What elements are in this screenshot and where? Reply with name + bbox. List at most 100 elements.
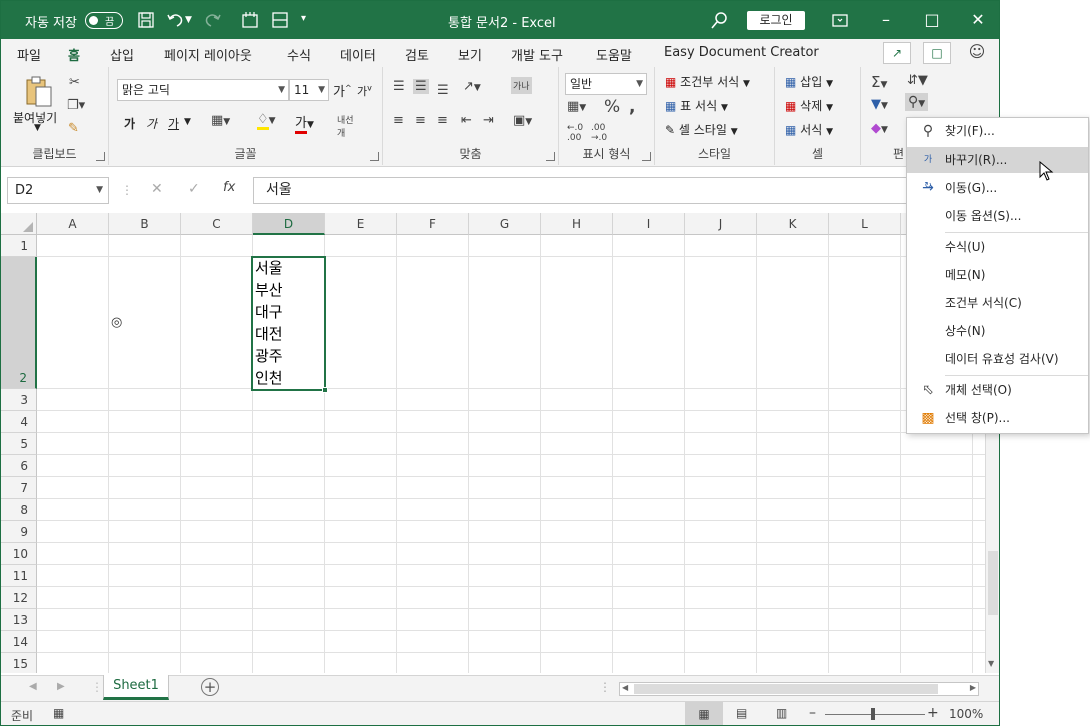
worksheet-grid[interactable]: A B C D E F G H I J K L 1 2 3 4 5 6 7 8 … [1,211,985,673]
phonetic-guide-icon[interactable]: 내선 개 [337,113,354,139]
paste-dropdown-icon[interactable]: ▼ [34,123,41,133]
sheet-split-icon[interactable]: ⋮ [599,680,611,694]
row-header-2[interactable]: 2 [1,257,37,389]
select-all-corner[interactable] [1,213,37,235]
font-color-icon[interactable]: 가▼ [295,112,314,134]
shrink-font-button[interactable]: 가v [357,83,372,99]
column-header-k[interactable]: K [757,213,829,235]
number-launcher[interactable] [642,152,651,161]
maximize-button[interactable]: □ [909,1,955,39]
row-header-14[interactable]: 14 [1,631,37,653]
tab-file[interactable]: 파일 [17,45,41,64]
menu-item-data-validation[interactable]: 데이터 유효성 검사(V) [907,346,1088,372]
align-center-icon[interactable]: ≡ [415,113,426,128]
save-icon[interactable] [135,9,157,31]
scroll-left-icon[interactable]: ◀ [622,683,628,692]
share-icon[interactable]: ↗ [883,42,911,64]
zoom-out-button[interactable]: – [809,705,816,721]
increase-decimal-icon[interactable]: ←.0.00 [567,123,583,143]
tab-easy-document-creator[interactable]: Easy Document Creator [664,45,819,60]
row-header-8[interactable]: 8 [1,499,37,521]
horizontal-scrollbar[interactable]: ◀ ▶ [619,682,979,696]
row-header-7[interactable]: 7 [1,477,37,499]
tab-help[interactable]: 도움말 [596,45,632,64]
decrease-decimal-icon[interactable]: .00 →.0 [591,123,607,143]
add-sheet-icon[interactable]: + [201,678,219,696]
sort-filter-icon[interactable]: ⇵▼ [907,73,928,88]
ribbon-display-icon[interactable] [829,9,851,31]
undo-icon[interactable] [164,9,186,31]
cancel-icon[interactable]: ✕ [151,181,163,197]
column-header-b[interactable]: B [109,213,181,235]
italic-button[interactable]: 가 [146,115,157,132]
row-header-1[interactable]: 1 [1,235,37,257]
horizontal-scroll-thumb[interactable] [634,684,938,694]
login-button[interactable]: 로그인 [747,11,805,30]
align-right-icon[interactable]: ≡ [437,113,448,128]
menu-item-formulas[interactable]: 수식(U) [907,234,1088,260]
cut-icon[interactable]: ✂ [69,75,80,90]
insert-cells-button[interactable]: ▦ 삽입 ▼ [785,73,833,90]
format-as-table-button[interactable]: ▦ 표 서식 ▼ [665,97,728,114]
conditional-formatting-button[interactable]: ▦ 조건부 서식 ▼ [665,73,750,90]
align-left-icon[interactable]: ≡ [393,113,404,128]
menu-item-goto[interactable]: → 이동(G)... [907,175,1088,201]
percent-icon[interactable]: % [604,97,620,117]
bold-button[interactable]: 가 [124,115,135,132]
close-button[interactable]: ✕ [955,1,999,39]
form-icon[interactable] [269,9,291,31]
zoom-slider-thumb[interactable] [871,708,875,720]
wrap-text-icon[interactable]: 가나 [511,77,532,94]
comma-icon[interactable]: , [629,97,635,117]
font-name-dropdown[interactable]: 맑은 고딕 ▼ [117,79,289,101]
alignment-launcher[interactable] [546,152,555,161]
minimize-button[interactable]: – [863,1,909,39]
page-layout-view-icon[interactable]: ▤ [736,706,747,720]
enter-icon[interactable]: ✓ [188,181,200,197]
menu-item-conditional-formatting[interactable]: 조건부 서식(C) [907,290,1088,316]
row-header-11[interactable]: 11 [1,565,37,587]
tab-insert[interactable]: 삽입 [110,45,134,64]
column-header-f[interactable]: F [397,213,469,235]
tab-view[interactable]: 보기 [458,45,482,64]
row-header-12[interactable]: 12 [1,587,37,609]
new-file-icon[interactable] [239,9,261,31]
formula-input[interactable]: 서울 [253,177,993,204]
scroll-right-icon[interactable]: ▶ [970,683,976,692]
menu-item-selection-pane[interactable]: ▩ 선택 창(P)... [907,405,1088,431]
comment-icon[interactable]: □ [923,42,951,64]
clear-icon[interactable]: ◆▼ [871,121,888,136]
menu-item-select-objects[interactable]: ⬁ 개체 선택(O) [907,377,1088,403]
find-select-icon[interactable]: ⚲▼ [905,93,929,111]
tab-page-layout[interactable]: 페이지 레이아웃 [164,45,252,64]
menu-item-goto-special[interactable]: 이동 옵션(S)... [907,203,1088,229]
column-header-g[interactable]: G [469,213,541,235]
row-header-6[interactable]: 6 [1,455,37,477]
underline-button[interactable]: 가 [168,115,179,132]
grow-font-button[interactable]: 가^ [333,81,352,100]
column-header-h[interactable]: H [541,213,613,235]
row-header-10[interactable]: 10 [1,543,37,565]
underline-dropdown-icon[interactable]: ▼ [184,117,191,127]
normal-view-icon[interactable]: ▦ [685,702,723,725]
decrease-indent-icon[interactable]: ⇤ [461,113,472,128]
align-top-icon[interactable]: ☰ [393,79,405,94]
font-size-dropdown[interactable]: 11 ▼ [289,79,329,101]
paste-icon[interactable] [23,75,55,109]
row-header-5[interactable]: 5 [1,433,37,455]
column-header-c[interactable]: C [181,213,253,235]
zoom-level[interactable]: 100% [949,707,983,721]
accessibility-icon[interactable]: ▦ [53,706,64,720]
page-break-view-icon[interactable]: ▥ [776,706,787,720]
row-header-4[interactable]: 4 [1,411,37,433]
next-sheet-icon[interactable]: ▶ [57,681,65,692]
tab-data[interactable]: 데이터 [340,45,376,64]
tab-review[interactable]: 검토 [405,45,429,64]
scroll-down-icon[interactable]: ▼ [988,659,994,668]
name-box[interactable]: D2 ▼ [7,177,109,204]
column-header-l[interactable]: L [829,213,901,235]
smiley-icon[interactable]: ☺ [963,42,991,64]
zoom-in-button[interactable]: + [927,705,939,721]
font-launcher[interactable] [370,152,379,161]
tab-formulas[interactable]: 수식 [287,45,311,64]
